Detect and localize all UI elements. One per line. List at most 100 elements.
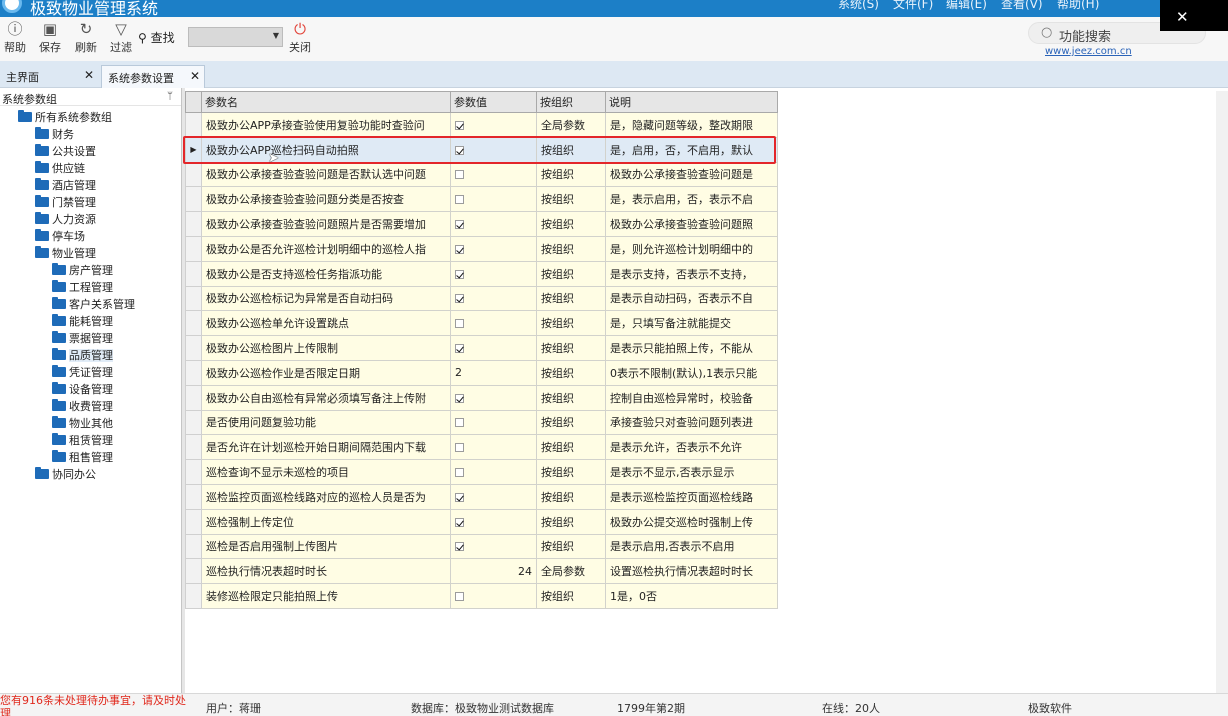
value-checkbox[interactable]	[455, 244, 464, 254]
table-row[interactable]: 是否使用问题复验功能 按组织 承接查验只对查验问题列表进	[185, 409, 778, 436]
tree-group[interactable]: 停车场	[35, 228, 85, 245]
value-checkbox[interactable]	[455, 294, 464, 304]
tree-group[interactable]: 财务	[35, 126, 74, 143]
param-name-cell[interactable]: 极致办公APP承接查验使用复验功能时查验问	[201, 112, 451, 138]
tree-subgroup[interactable]: 凭证管理	[52, 364, 113, 381]
tree-subgroup[interactable]: 工程管理	[52, 279, 113, 296]
param-name-cell[interactable]: 极致办公巡检作业是否限定日期	[201, 359, 451, 386]
table-row[interactable]: 极致办公巡检作业是否限定日期 2 按组织 0表示不限制(默认),1表示只能	[185, 359, 778, 386]
org-cell[interactable]: 按组织	[536, 260, 606, 287]
menu-view[interactable]: 查看(V)	[1001, 0, 1043, 12]
description-cell[interactable]: 是，只填写备注就能提交	[605, 310, 778, 337]
value-checkbox[interactable]	[455, 170, 464, 180]
tree-subgroup[interactable]: 租售管理	[52, 449, 113, 466]
param-name-cell[interactable]: 极致办公承接查验查验问题是否默认选中问题	[201, 161, 451, 188]
description-cell[interactable]: 是表示只能拍照上传，不能从	[605, 335, 778, 361]
table-row[interactable]: 极致办公是否允许巡检计划明细中的巡检人指 按组织 是，则允许巡检计划明细中的	[185, 235, 778, 262]
menu-help[interactable]: 帮助(H)	[1057, 0, 1099, 12]
param-value-cell[interactable]	[450, 483, 537, 510]
row-indicator[interactable]	[185, 359, 202, 386]
org-cell[interactable]: 按组织	[536, 211, 606, 237]
param-name-cell[interactable]: 极致办公巡检单允许设置跳点	[201, 310, 451, 337]
tree-subgroup-selected[interactable]: 品质管理	[52, 347, 113, 364]
param-value-cell[interactable]	[450, 409, 537, 436]
param-name-cell[interactable]: 极致办公是否允许巡检计划明细中的巡检人指	[201, 235, 451, 262]
tree-subgroup[interactable]: 票据管理	[52, 330, 113, 347]
table-row[interactable]: 巡检监控页面巡检线路对应的巡检人员是否为 按组织 是表示巡检监控页面巡检线路	[185, 483, 778, 510]
param-name-cell[interactable]: 极致办公承接查验查验问题分类是否按查	[201, 186, 451, 213]
param-value-cell[interactable]	[450, 186, 537, 213]
row-indicator[interactable]	[185, 384, 202, 411]
website-link[interactable]: www.jeez.com.cn	[1045, 46, 1132, 57]
value-checkbox[interactable]	[455, 517, 464, 527]
org-cell[interactable]: 按组织	[536, 186, 606, 213]
row-indicator[interactable]	[185, 235, 202, 262]
row-indicator[interactable]	[185, 161, 202, 188]
tree-subgroup[interactable]: 客户关系管理	[52, 296, 135, 313]
table-row[interactable]: 巡检强制上传定位 按组织 极致办公提交巡检时强制上传	[185, 508, 778, 535]
param-name-cell[interactable]: 装修巡检限定只能拍照上传	[201, 583, 451, 609]
value-checkbox[interactable]	[455, 418, 464, 428]
param-value-cell[interactable]	[450, 384, 537, 411]
tree-group[interactable]: 供应链	[35, 160, 85, 177]
table-row[interactable]: 极致办公承接查验查验问题照片是否需要增加 按组织 极致办公承接查验查验问题照	[185, 211, 778, 237]
param-value-cell[interactable]	[450, 335, 537, 361]
find-combobox[interactable]: ▼	[188, 27, 283, 47]
param-value-cell[interactable]	[450, 112, 537, 138]
row-indicator[interactable]	[185, 558, 202, 585]
org-cell[interactable]: 按组织	[536, 409, 606, 436]
tree-subgroup[interactable]: 设备管理	[52, 381, 113, 398]
org-cell[interactable]: 按组织	[536, 359, 606, 386]
description-cell[interactable]: 极致办公承接查验查验问题照	[605, 211, 778, 237]
param-value-cell[interactable]	[450, 533, 537, 560]
table-row[interactable]: 极致办公是否支持巡检任务指派功能 按组织 是表示支持，否表示不支持，	[185, 260, 778, 287]
param-value-cell[interactable]	[450, 211, 537, 237]
tab-system-params[interactable]: 系统参数设置 ✕	[101, 65, 205, 88]
tree-subgroup[interactable]: 能耗管理	[52, 313, 113, 330]
value-checkbox[interactable]	[455, 120, 464, 130]
todo-notice[interactable]: 您有916条未处理待办事宜，请及时处理	[0, 694, 192, 716]
table-row[interactable]: 巡检查询不显示未巡检的项目 按组织 是表示不显示,否表示显示	[185, 459, 778, 485]
row-indicator[interactable]	[185, 533, 202, 560]
description-cell[interactable]: 是表示支持，否表示不支持，	[605, 260, 778, 287]
param-value-cell[interactable]	[450, 310, 537, 337]
param-name-cell[interactable]: 巡检是否启用强制上传图片	[201, 533, 451, 560]
find-button[interactable]: ⚲ 查找	[138, 29, 175, 46]
table-row[interactable]: 是否允许在计划巡检开始日期间隔范围内下载 按组织 是表示允许，否表示不允许	[185, 434, 778, 461]
param-value-cell[interactable]	[450, 260, 537, 287]
table-row[interactable]: 极致办公巡检图片上传限制 按组织 是表示只能拍照上传，不能从	[185, 335, 778, 361]
param-value-cell[interactable]: 2	[450, 359, 537, 386]
table-row[interactable]: 装修巡检限定只能拍照上传 按组织 1是，0否	[185, 583, 778, 609]
param-name-cell[interactable]: 巡检查询不显示未巡检的项目	[201, 459, 451, 485]
tab-main[interactable]: 主界面 ✕	[0, 65, 98, 88]
param-value-cell[interactable]	[450, 285, 537, 312]
table-row[interactable]: 巡检执行情况表超时时长 24 全局参数 设置巡检执行情况表超时时长	[185, 558, 778, 585]
param-name-cell[interactable]: 极致办公巡检标记为异常是否自动扫码	[201, 285, 451, 312]
description-cell[interactable]: 0表示不限制(默认),1表示只能	[605, 359, 778, 386]
org-cell[interactable]: 按组织	[536, 285, 606, 312]
menu-edit[interactable]: 编辑(E)	[946, 0, 987, 12]
tree-root[interactable]: 所有系统参数组	[18, 109, 112, 126]
value-checkbox[interactable]	[455, 468, 464, 478]
param-name-cell[interactable]: 极致办公是否支持巡检任务指派功能	[201, 260, 451, 287]
tree-group[interactable]: 门禁管理	[35, 194, 96, 211]
value-checkbox[interactable]	[455, 542, 464, 552]
description-cell[interactable]: 是，则允许巡检计划明细中的	[605, 235, 778, 262]
param-name-cell[interactable]: 是否使用问题复验功能	[201, 409, 451, 436]
description-cell[interactable]: 是表示自动扫码，否表示不自	[605, 285, 778, 312]
description-cell[interactable]: 1是，0否	[605, 583, 778, 609]
close-button[interactable]: ⏻ 关闭	[286, 19, 314, 55]
tree-group[interactable]: 物业管理	[35, 245, 96, 262]
description-cell[interactable]: 设置巡检执行情况表超时时长	[605, 558, 778, 585]
table-row[interactable]: 极致办公自由巡检有异常必须填写备注上传附 按组织 控制自由巡检异常时，校验备	[185, 384, 778, 411]
table-row[interactable]: 巡检是否启用强制上传图片 按组织 是表示启用,否表示不启用	[185, 533, 778, 560]
org-cell[interactable]: 按组织	[536, 161, 606, 188]
param-name-cell[interactable]: 巡检监控页面巡检线路对应的巡检人员是否为	[201, 483, 451, 510]
value-checkbox[interactable]	[455, 592, 464, 602]
row-indicator[interactable]	[185, 112, 202, 138]
pin-icon[interactable]: ᛘ	[167, 91, 173, 102]
filter-button[interactable]: ▽ 过滤	[107, 19, 135, 55]
row-indicator[interactable]	[185, 583, 202, 609]
param-value-cell[interactable]	[450, 434, 537, 461]
value-checkbox[interactable]	[455, 344, 464, 354]
